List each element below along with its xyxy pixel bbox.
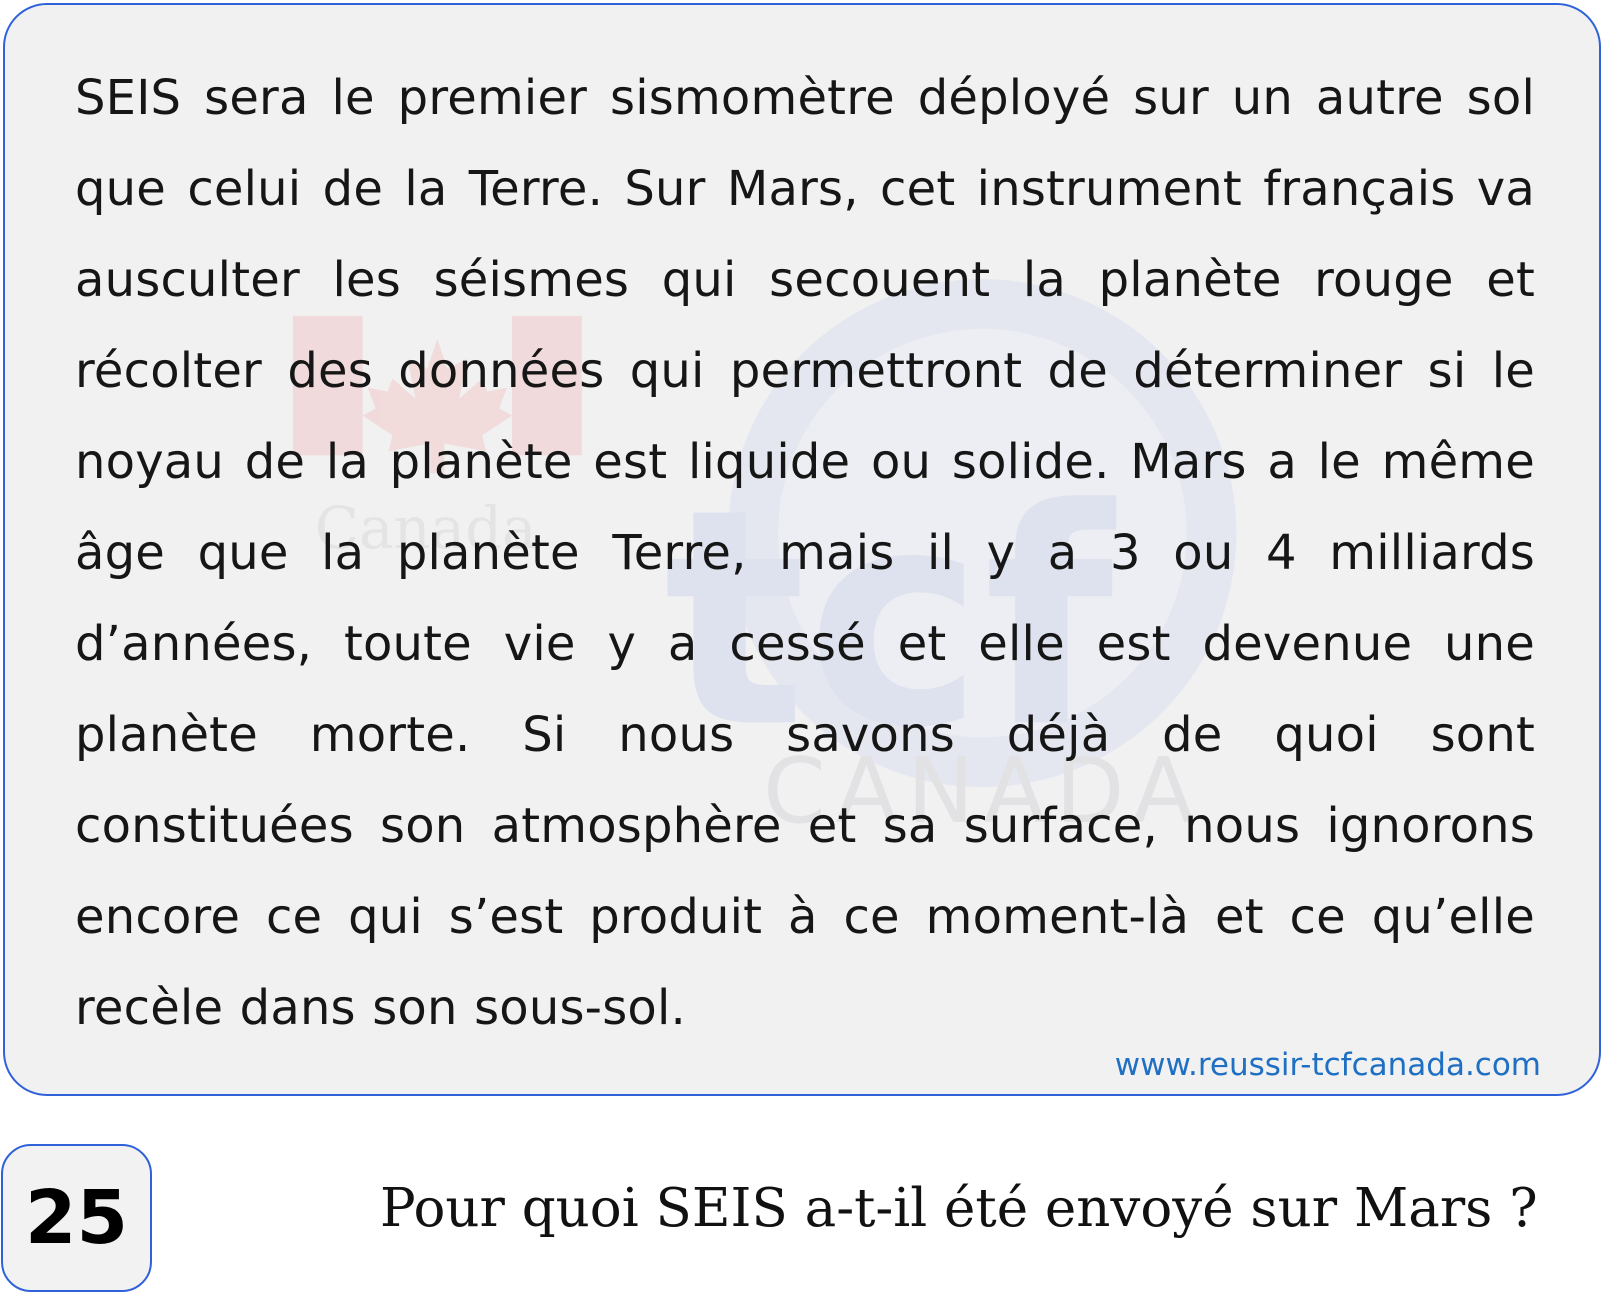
question-text: Pour quoi SEIS a-t-il été envoyé sur Mar… — [380, 1178, 1538, 1239]
website-link[interactable]: www.reussir-tcfcanada.com — [1115, 1047, 1541, 1083]
passage-card: Canada tcf CANADA SEIS sera le premier s… — [3, 3, 1601, 1096]
reading-passage: SEIS sera le premier sismomètre déployé … — [75, 70, 1535, 1036]
question-number-badge: 25 — [1, 1144, 152, 1292]
